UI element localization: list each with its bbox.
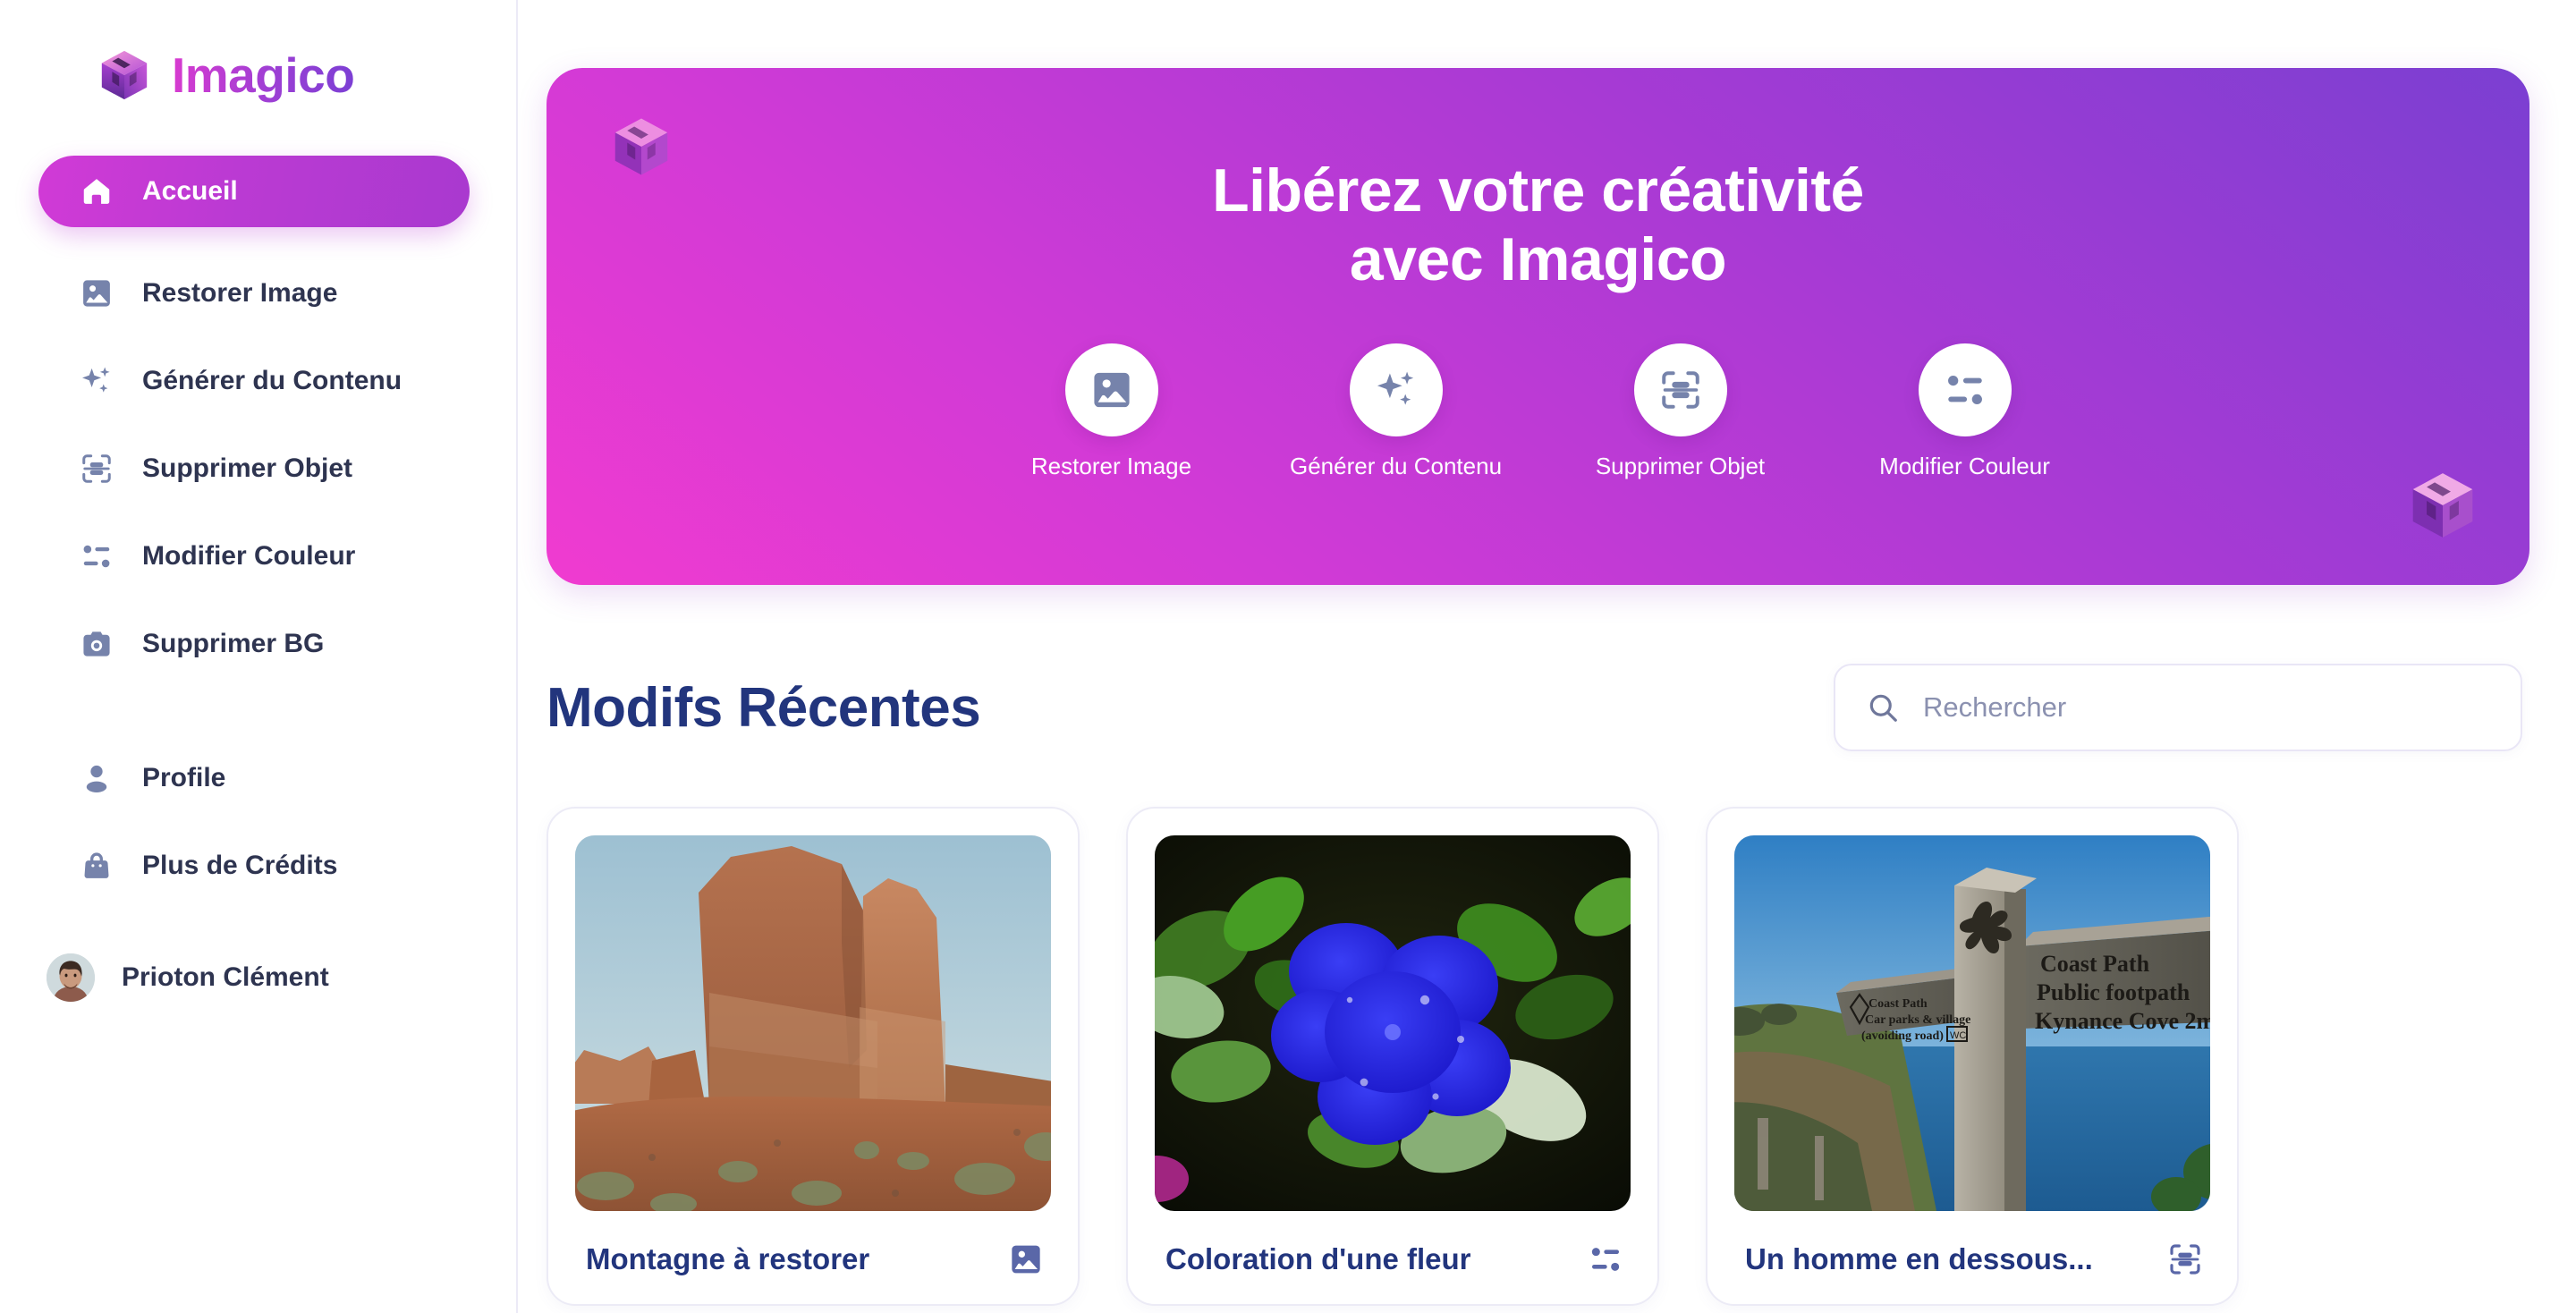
search-icon: [1866, 690, 1900, 724]
camera-icon: [80, 627, 114, 661]
hero-actions: Restorer Image Générer du Contenu Suppri…: [1027, 343, 2050, 480]
svg-text:Coast Path: Coast Path: [2040, 951, 2150, 977]
sidebar-item-plus-de-credits[interactable]: Plus de Crédits: [38, 830, 470, 902]
sidebar: Imagico Accueil Restorer Image Générer d…: [0, 0, 518, 1313]
color-filter-icon: [80, 539, 114, 573]
image-icon: [1008, 1241, 1044, 1277]
shopping-bag-icon: [80, 849, 114, 883]
search-input[interactable]: [1923, 691, 2490, 724]
hero-title-line-2: avec Imagico: [1349, 224, 1727, 293]
hero-action-label: Générer du Contenu: [1289, 452, 1503, 479]
sidebar-item-label: Générer du Contenu: [142, 366, 402, 395]
card-title: Montagne à restorer: [586, 1242, 870, 1275]
sidebar-item-supprimer-objet[interactable]: Supprimer Objet: [38, 433, 470, 504]
sidebar-item-accueil[interactable]: Accueil: [38, 156, 470, 227]
card-title: Un homme en dessous...: [1745, 1242, 2093, 1275]
sidebar-item-label: Modifier Couleur: [142, 541, 356, 571]
hero-title-line-1: Libérez votre créativité: [1212, 157, 1864, 225]
scan-object-icon: [2167, 1241, 2203, 1277]
card-footer: Coloration d'une fleur: [1155, 1211, 1631, 1304]
imagico-cube-logo-icon: [2406, 469, 2479, 542]
sidebar-item-label: Accueil: [142, 176, 238, 206]
user-name: Prioton Clément: [122, 962, 329, 992]
main-content: Libérez votre créativité avec Imagico Re…: [518, 0, 2576, 1313]
brand[interactable]: Imagico: [0, 47, 516, 104]
avatar: [47, 953, 95, 1002]
brand-name: Imagico: [172, 47, 355, 103]
svg-text:Public footpath: Public footpath: [2037, 979, 2190, 1005]
hero-action-modifier-couleur[interactable]: Modifier Couleur: [1879, 343, 2050, 480]
sidebar-item-label: Supprimer Objet: [142, 453, 353, 483]
sidebar-item-label: Plus de Crédits: [142, 851, 338, 880]
hero-action-label: Supprimer Objet: [1595, 452, 1766, 479]
list-item[interactable]: Coloration d'une fleur: [1126, 807, 1659, 1306]
recent-cards-grid: Montagne à restorer Coloration d'une fle…: [547, 807, 2529, 1306]
color-filter-icon: [1918, 343, 2012, 436]
sidebar-item-label: Supprimer BG: [142, 629, 325, 658]
hero-banner: Libérez votre créativité avec Imagico Re…: [547, 68, 2529, 585]
sidebar-item-label: Profile: [142, 763, 226, 792]
primary-nav: Accueil Restorer Image Générer du Conten…: [0, 156, 516, 918]
sidebar-item-profile[interactable]: Profile: [38, 742, 470, 814]
image-icon: [1064, 343, 1158, 436]
page-title: Modifs Récentes: [547, 676, 981, 739]
card-footer: Montagne à restorer: [575, 1211, 1051, 1304]
desert-rock-formation-photo: [575, 835, 1051, 1211]
list-item[interactable]: Coast Path Public footpath Kynance Cove …: [1706, 807, 2239, 1306]
hero-action-generer-du-contenu[interactable]: Générer du Contenu: [1290, 343, 1502, 480]
recent-section-header: Modifs Récentes: [547, 664, 2529, 751]
sparkles-icon: [80, 364, 114, 398]
sidebar-item-generer-du-contenu[interactable]: Générer du Contenu: [38, 345, 470, 417]
coastal-signpost-photo: Coast Path Public footpath Kynance Cove …: [1734, 835, 2210, 1211]
home-icon: [80, 174, 114, 208]
list-item[interactable]: Montagne à restorer: [547, 807, 1080, 1306]
svg-text:Kynance Cove 2m: Kynance Cove 2m: [2035, 1008, 2210, 1034]
scan-object-icon: [1633, 343, 1727, 436]
imagico-cube-logo-icon: [609, 114, 674, 179]
image-icon: [80, 276, 114, 310]
nav-divider-space: [0, 696, 516, 742]
imagico-cube-logo-icon: [97, 47, 152, 103]
sidebar-item-supprimer-bg[interactable]: Supprimer BG: [38, 608, 470, 680]
sparkles-icon: [1349, 343, 1443, 436]
search-bar[interactable]: [1834, 664, 2522, 751]
color-filter-icon: [1588, 1241, 1623, 1277]
hero-action-restorer-image[interactable]: Restorer Image: [1027, 343, 1197, 480]
sidebar-item-modifier-couleur[interactable]: Modifier Couleur: [38, 521, 470, 592]
card-title: Coloration d'une fleur: [1165, 1242, 1471, 1275]
svg-text:(avoiding road): (avoiding road): [1861, 1029, 1944, 1043]
blue-flower-photo: [1155, 835, 1631, 1211]
sidebar-item-label: Restorer Image: [142, 278, 338, 308]
card-footer: Un homme en dessous...: [1734, 1211, 2210, 1304]
sidebar-user[interactable]: Prioton Clément: [0, 953, 516, 1002]
hero-action-label: Restorer Image: [1030, 452, 1192, 479]
hero-action-supprimer-objet[interactable]: Supprimer Objet: [1596, 343, 1766, 480]
hero-action-label: Modifier Couleur: [1879, 452, 2050, 479]
sidebar-item-restorer-image[interactable]: Restorer Image: [38, 258, 470, 329]
user-icon: [80, 761, 114, 795]
app-root: Imagico Accueil Restorer Image Générer d…: [0, 0, 2576, 1313]
svg-text:Car parks & village: Car parks & village: [1865, 1013, 1970, 1027]
hero-title: Libérez votre créativité avec Imagico: [1212, 157, 1864, 292]
scan-object-icon: [80, 452, 114, 486]
svg-text:WC: WC: [1950, 1030, 1966, 1041]
svg-text:Coast Path: Coast Path: [1868, 997, 1928, 1011]
